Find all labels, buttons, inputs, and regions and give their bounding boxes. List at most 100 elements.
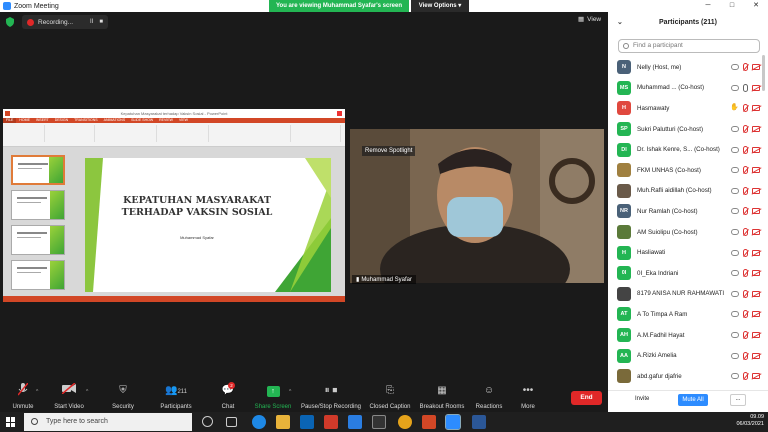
minimize-icon[interactable]: ─: [696, 0, 720, 12]
invite-button[interactable]: Invite: [635, 396, 649, 402]
more-options-button[interactable]: ...: [730, 394, 746, 406]
taskbar-search-input[interactable]: Type here to search: [24, 413, 192, 431]
chevron-up-icon[interactable]: ^: [289, 389, 291, 395]
participant-row[interactable]: MS Muhammad ... (Co-host): [608, 78, 764, 99]
participant-row[interactable]: DI Dr. Ishak Kenre, S... (Co-host): [608, 139, 764, 160]
recording-permission-icon: [731, 373, 739, 380]
mic-muted-icon[interactable]: [743, 207, 748, 216]
video-off-icon: [752, 105, 760, 112]
recording-permission-icon: [731, 126, 739, 133]
participant-row[interactable]: N Nelly (Host, me): [608, 57, 764, 78]
mute-all-button[interactable]: Mute All: [678, 394, 708, 406]
participant-row[interactable]: H Hasmawaty ✋: [608, 98, 764, 119]
share-screen-button[interactable]: ↑ Share Screen: [252, 383, 294, 410]
cortana-icon[interactable]: [202, 416, 213, 427]
vivaldi-icon[interactable]: [324, 415, 338, 429]
slide-thumbnail[interactable]: [11, 190, 65, 220]
chat-badge: 2: [228, 382, 235, 389]
remove-spotlight-button[interactable]: Remove Spotlight: [362, 146, 416, 156]
mic-muted-icon[interactable]: [743, 310, 748, 319]
end-meeting-button[interactable]: End: [571, 391, 602, 405]
mic-muted-icon[interactable]: [743, 125, 748, 134]
speaker-name-label: ▮ Muhammad Syafar: [352, 275, 416, 284]
participant-avatar: N: [617, 60, 631, 75]
mic-muted-icon[interactable]: [743, 351, 748, 360]
participant-row[interactable]: abd.gafur djafrie: [608, 366, 764, 387]
mic-muted-icon[interactable]: [743, 248, 748, 257]
mic-muted-icon[interactable]: [743, 331, 748, 340]
participant-row[interactable]: 0I 0I_Eka Indriani: [608, 263, 764, 284]
participant-row[interactable]: H Hasliawati: [608, 242, 764, 263]
find-participant-input[interactable]: Find a participant: [618, 39, 760, 53]
chevron-up-icon[interactable]: ^: [86, 389, 88, 395]
recording-permission-icon: [731, 167, 739, 174]
security-button[interactable]: ⛨ Security: [108, 383, 138, 410]
participants-scrollbar[interactable]: [762, 55, 765, 91]
participant-name: AM Suiolipu (Co-host): [637, 228, 698, 236]
participant-name: Dr. Ishak Kenre, S... (Co-host): [637, 146, 720, 154]
participant-row[interactable]: Muh.Rafli aidillah (Co-host): [608, 181, 764, 202]
start-video-button[interactable]: Start Video: [50, 382, 88, 410]
shield-icon[interactable]: [6, 17, 14, 27]
slide-thumbnail[interactable]: [11, 225, 65, 255]
mic-muted-icon[interactable]: [743, 145, 748, 154]
dropbox-icon[interactable]: [348, 415, 362, 429]
stop-recording-icon[interactable]: ■: [99, 19, 103, 25]
mic-muted-icon[interactable]: [743, 63, 748, 72]
maximize-icon[interactable]: □: [720, 0, 744, 12]
participant-row[interactable]: FKM UNHAS (Co-host): [608, 160, 764, 181]
mic-muted-icon[interactable]: [743, 269, 748, 278]
mic-muted-icon[interactable]: [743, 104, 748, 113]
powerpoint-icon[interactable]: [422, 415, 436, 429]
participant-avatar: [617, 225, 631, 240]
signal-icon: ▮: [356, 277, 360, 283]
pause-stop-recording-button[interactable]: ⏸ ⏹ Pause/Stop Recording: [300, 383, 362, 410]
closed-caption-button[interactable]: ⎘ Closed Caption: [368, 383, 412, 410]
participants-button[interactable]: 👥211 Participants: [157, 383, 195, 410]
view-options-button[interactable]: View Options ▾: [411, 0, 469, 12]
participant-name: A.M.Fadhil Hayat: [637, 331, 685, 339]
participant-row[interactable]: AM Suiolipu (Co-host): [608, 222, 764, 243]
view-button[interactable]: ▦ View: [578, 15, 601, 24]
mic-muted-icon[interactable]: [743, 166, 748, 175]
mic-muted-icon[interactable]: [743, 228, 748, 237]
participant-row[interactable]: AT A To Timpa A Ram: [608, 304, 764, 325]
more-button[interactable]: ••• More: [516, 383, 540, 410]
system-tray: 09.09 06/03/2021: [736, 414, 764, 428]
participant-row[interactable]: AH A.M.Fadhil Hayat: [608, 325, 764, 346]
zoom-taskbar-icon[interactable]: [445, 414, 461, 430]
pause-recording-icon[interactable]: II: [90, 19, 93, 25]
mic-muted-icon[interactable]: [743, 186, 748, 195]
reactions-button[interactable]: ☺ Reactions: [472, 383, 506, 410]
windows-start-icon[interactable]: [6, 417, 16, 427]
participant-name: Nur Ramlah (Co-host): [637, 207, 698, 215]
participant-row[interactable]: AA A.Rizki Amelia: [608, 345, 764, 366]
app-icon[interactable]: [372, 415, 386, 429]
participant-avatar: NR: [617, 204, 631, 219]
slide-thumbnail[interactable]: [11, 260, 65, 290]
ppt-font-group: [97, 125, 157, 142]
participant-name: Hasmawaty: [637, 104, 670, 112]
recording-permission-icon: [731, 146, 739, 153]
windows-taskbar: Type here to search 09.09 06/03/2021: [0, 412, 768, 432]
participant-name: Muhammad ... (Co-host): [637, 84, 705, 92]
breakout-rooms-button[interactable]: ▦ Breakout Rooms: [418, 383, 466, 410]
mic-muted-icon[interactable]: [743, 289, 748, 298]
participant-row[interactable]: SP Sukri Palutturi (Co-host): [608, 119, 764, 140]
close-icon[interactable]: ✕: [744, 0, 768, 12]
mic-muted-icon[interactable]: [743, 372, 748, 381]
task-view-icon[interactable]: [226, 417, 237, 427]
chat-button[interactable]: 💬 2 Chat: [216, 382, 240, 410]
slide-thumbnail[interactable]: [11, 155, 65, 185]
mic-icon[interactable]: [743, 83, 748, 92]
participant-row[interactable]: NR Nur Ramlah (Co-host): [608, 201, 764, 222]
file-explorer-icon[interactable]: [276, 415, 290, 429]
participant-row[interactable]: 8179 ANISA NUR RAHMAWATI: [608, 284, 764, 305]
word-icon[interactable]: [472, 415, 486, 429]
edge-icon[interactable]: [252, 415, 266, 429]
mail-icon[interactable]: [300, 415, 314, 429]
chevron-down-icon[interactable]: ⌄: [617, 12, 623, 34]
unmute-button[interactable]: Unmute: [8, 382, 38, 410]
chevron-up-icon[interactable]: ^: [36, 389, 38, 395]
chrome-icon[interactable]: [398, 415, 412, 429]
